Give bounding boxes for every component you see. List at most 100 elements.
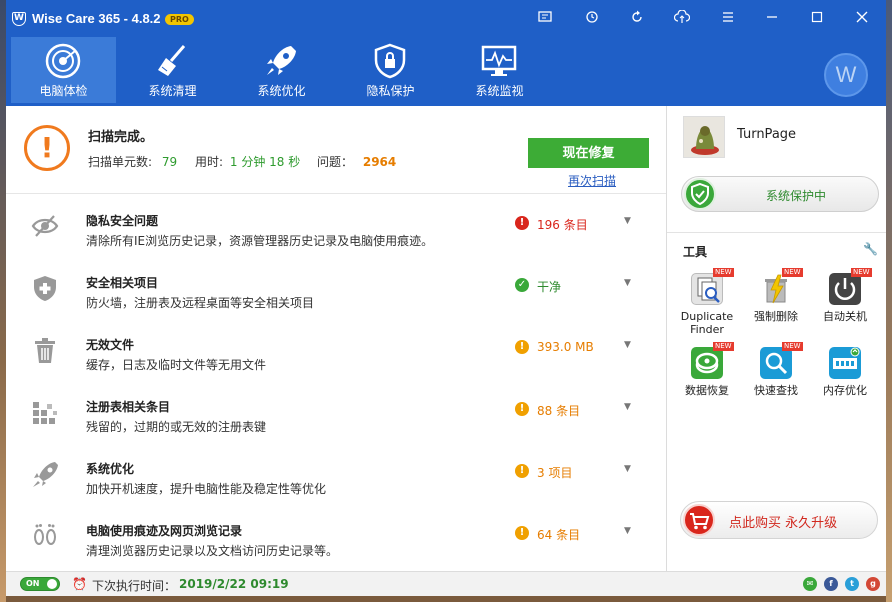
app-logo-icon: W	[12, 12, 26, 26]
chevron-down-icon[interactable]: ▼	[624, 464, 631, 474]
quick-search-icon	[760, 347, 792, 379]
nav-tab-monitor[interactable]: 系统监视	[447, 37, 552, 103]
schedule-toggle[interactable]: ON	[20, 577, 60, 591]
protection-status[interactable]: 系统保护中	[681, 176, 879, 212]
scan-item-row[interactable]: 电脑使用痕迹及网页浏览记录 清理浏览器历史记录以及文档访问历史记录等。 ! 64…	[6, 506, 666, 568]
refresh-icon[interactable]	[629, 10, 645, 26]
fix-now-button[interactable]: 现在修复	[528, 138, 649, 168]
scan-issues-stat: 问题： 2964	[317, 153, 396, 170]
tool-label: 强制删除	[754, 310, 798, 323]
user-avatar[interactable]: W	[824, 53, 868, 97]
tool-label: 数据恢复	[685, 384, 729, 397]
scan-item-row[interactable]: 安全相关项目 防火墙，注册表及远程桌面等安全相关项目 ✓ 干净 ▼	[6, 258, 666, 320]
chevron-down-icon[interactable]: ▼	[624, 526, 631, 536]
registry-blocks-icon	[33, 402, 57, 424]
app-title: Wise Care 365 - 4.8.2	[32, 11, 161, 26]
nav-label: 系统监视	[475, 84, 524, 98]
upload-icon[interactable]	[673, 9, 691, 26]
trash-icon	[35, 338, 55, 363]
scan-units-value: 79	[161, 155, 178, 169]
radar-icon	[45, 43, 81, 79]
tool-label: Duplicate Finder	[680, 310, 734, 336]
scan-item-title: 系统优化	[86, 462, 135, 476]
tool-auto-shutdown[interactable]: NEW 自动关机	[811, 268, 879, 333]
scan-units-label: 扫描单元数:	[88, 155, 153, 169]
tool-data-recovery[interactable]: NEW 数据恢复	[673, 342, 741, 397]
scan-item-status: 干净	[537, 280, 562, 294]
data-recovery-icon	[691, 347, 723, 379]
menu-icon[interactable]	[720, 10, 736, 26]
scan-item-desc: 清理浏览器历史记录以及文档访问历史记录等。	[86, 544, 339, 558]
nav-label: 隐私保护	[366, 84, 415, 98]
scan-item-row[interactable]: 隐私安全问题 清除所有IE浏览历史记录，资源管理器历史记录及电脑使用痕迹。 ! …	[6, 196, 666, 258]
nav-tab-checkup[interactable]: 电脑体检	[11, 37, 116, 103]
tool-force-delete[interactable]: NEW 强制删除	[742, 268, 810, 333]
chevron-down-icon[interactable]: ▼	[624, 216, 631, 226]
facebook-icon[interactable]: f	[824, 577, 838, 591]
rocket-icon	[33, 462, 58, 487]
google-plus-icon[interactable]: g	[866, 577, 880, 591]
tool-label: 自动关机	[823, 310, 867, 323]
profile-picture[interactable]	[683, 116, 725, 158]
scan-summary: ! 扫描完成。 扫描单元数: 79 用时: 1 分钟 18 秒 问题： 2964…	[6, 106, 666, 194]
buy-upgrade-label: 点此购买 永久升级	[729, 516, 838, 531]
tool-quick-search[interactable]: NEW 快速查找	[742, 342, 810, 397]
shield-check-icon	[684, 178, 716, 210]
chevron-down-icon[interactable]: ▼	[624, 340, 631, 350]
alert-icon: !	[24, 125, 70, 171]
next-run-value: 2019/2/22 09:19	[179, 577, 289, 591]
nav-label: 系统清理	[148, 84, 197, 98]
maximize-icon[interactable]	[809, 10, 825, 26]
tool-label: 快速查找	[754, 384, 798, 397]
rescan-link[interactable]: 再次扫描	[568, 172, 616, 189]
scan-item-row[interactable]: 注册表相关条目 残留的，过期的或无效的注册表键 ! 88 条目 ▼	[6, 382, 666, 444]
next-run-label: 下次执行时间：	[92, 579, 177, 593]
warning-icon: !	[515, 402, 529, 416]
scan-item-title: 电脑使用痕迹及网页浏览记录	[86, 524, 243, 538]
nav-tab-optimize[interactable]: 系统优化	[229, 37, 334, 103]
shield-plus-icon	[34, 276, 56, 301]
nav-tab-privacy[interactable]: 隐私保护	[338, 37, 443, 103]
desktop-background-right	[886, 0, 892, 602]
tool-memory-optimizer[interactable]: 内存优化	[811, 347, 879, 397]
chevron-down-icon[interactable]: ▼	[624, 402, 631, 412]
duplicate-finder-icon	[691, 273, 723, 305]
warning-icon: !	[515, 340, 529, 354]
scan-item-row[interactable]: 无效文件 缓存，日志及临时文件等无用文件 ! 393.0 MB ▼	[6, 320, 666, 382]
chevron-down-icon[interactable]: ▼	[624, 278, 631, 288]
scan-status-title: 扫描完成。	[88, 130, 154, 145]
restore-icon[interactable]	[584, 10, 600, 26]
feedback-icon[interactable]	[537, 10, 553, 26]
title-bar: W Wise Care 365 - 4.8.2 PRO	[6, 0, 886, 36]
tool-duplicate-finder[interactable]: NEW Duplicate Finder	[673, 268, 741, 336]
email-icon[interactable]: ✉	[803, 577, 817, 591]
shield-lock-icon	[374, 43, 406, 79]
divider	[667, 232, 886, 233]
scan-time-stat: 用时: 1 分钟 18 秒	[195, 153, 300, 170]
scan-item-desc: 残留的，过期的或无效的注册表键	[86, 420, 267, 434]
force-delete-icon	[760, 273, 792, 305]
scan-item-status: 64 条目	[537, 528, 581, 542]
minimize-icon[interactable]	[764, 10, 780, 26]
app-window: W Wise Care 365 - 4.8.2 PRO 电脑体检 系统清理 系统…	[6, 0, 886, 596]
header: W Wise Care 365 - 4.8.2 PRO 电脑体检 系统清理 系统…	[6, 0, 886, 106]
eye-off-icon	[31, 215, 59, 237]
twitter-icon[interactable]: t	[845, 577, 859, 591]
monitor-icon	[481, 45, 517, 76]
buy-upgrade-button[interactable]: 点此购买 永久升级	[680, 501, 878, 539]
protection-label: 系统保护中	[766, 189, 827, 203]
wrench-icon[interactable]: 🔧	[863, 242, 878, 256]
scan-time-value: 1 分钟 18 秒	[229, 155, 301, 169]
scan-item-row[interactable]: 系统优化 加快开机速度，提升电脑性能及稳定性等优化 ! 3 项目 ▼	[6, 444, 666, 506]
nav-tab-clean[interactable]: 系统清理	[120, 37, 225, 103]
scan-issues-value: 2964	[362, 155, 397, 169]
pro-badge: PRO	[165, 14, 194, 25]
nav-label: 电脑体检	[39, 84, 88, 98]
footprints-icon	[34, 524, 56, 545]
scan-item-status: 3 项目	[537, 466, 573, 480]
side-panel: TurnPage 系统保护中 工具 🔧 NEW Duplicate Finder	[666, 106, 886, 571]
error-icon: !	[515, 216, 529, 230]
close-icon[interactable]	[854, 10, 870, 26]
check-icon: ✓	[515, 278, 529, 292]
rocket-icon	[267, 46, 296, 75]
